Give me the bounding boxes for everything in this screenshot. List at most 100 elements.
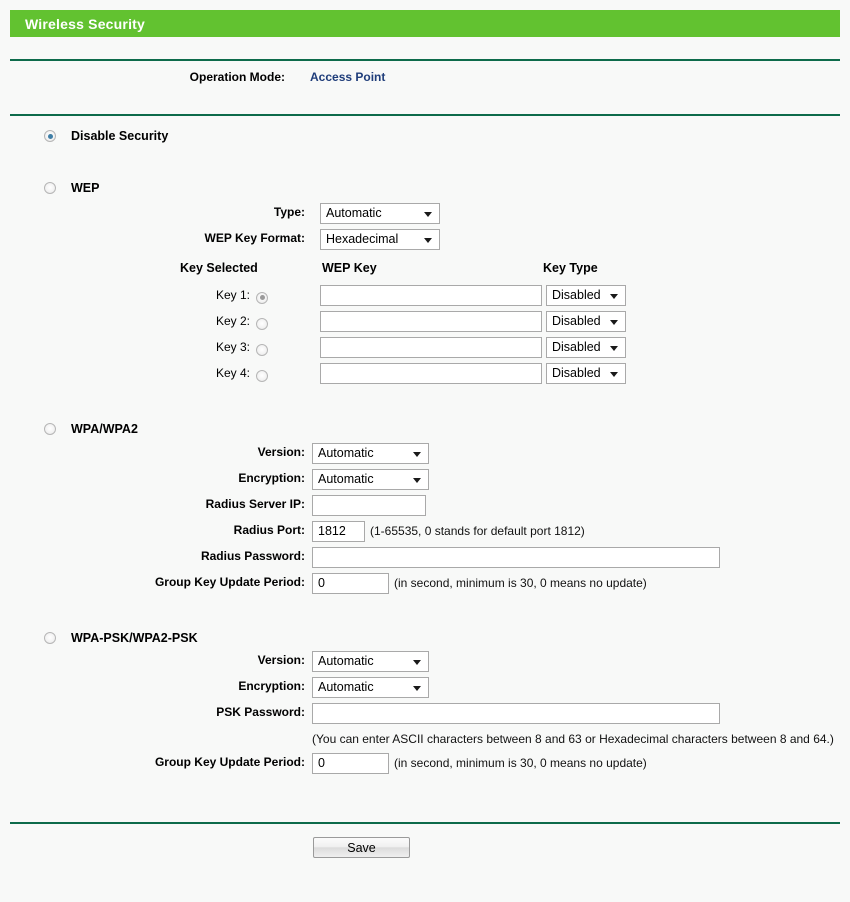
wpapsk-psk-password-input[interactable]	[312, 703, 720, 724]
wep-type-select[interactable]: Automatic	[320, 203, 440, 224]
chevron-down-icon	[424, 211, 432, 217]
section-disable-security-label: Disable Security	[71, 129, 169, 143]
section-wpa-psk[interactable]: WPA-PSK/WPA2-PSK	[44, 631, 198, 645]
wpapsk-psk-hint: (You can enter ASCII characters between …	[312, 732, 834, 746]
save-button[interactable]: Save	[313, 837, 410, 858]
wpa-group-key-row: Group Key Update Period: 0 (in second, m…	[0, 573, 850, 594]
wep-key-row-3: Key 3: Disabled	[0, 337, 850, 358]
radio-wep-key-3[interactable]	[256, 343, 268, 356]
chevron-down-icon	[413, 659, 421, 665]
wep-key-3-input[interactable]	[320, 337, 542, 358]
chevron-down-icon	[424, 237, 432, 243]
wep-key-row-2: Key 2: Disabled	[0, 311, 850, 332]
wep-key-4-type-select[interactable]: Disabled	[546, 363, 626, 384]
wep-type-row: Type: Automatic	[0, 203, 850, 224]
wep-key-2-type-select[interactable]: Disabled	[546, 311, 626, 332]
wep-key-format-select-value: Hexadecimal	[326, 232, 399, 246]
wep-key-3-type-select[interactable]: Disabled	[546, 337, 626, 358]
radio-wep-key-4[interactable]	[256, 369, 268, 382]
wpa-version-select[interactable]: Automatic	[312, 443, 429, 464]
wep-key-format-row: WEP Key Format: Hexadecimal	[0, 229, 850, 250]
wpa-encryption-row: Encryption: Automatic	[0, 469, 850, 490]
wpa-group-key-hint: (in second, minimum is 30, 0 means no up…	[394, 576, 647, 590]
wep-key-row-4: Key 4: Disabled	[0, 363, 850, 384]
wep-type-select-value: Automatic	[326, 206, 382, 220]
wep-key-row-1: Key 1: Disabled	[0, 285, 850, 306]
wpapsk-encryption-value: Automatic	[318, 680, 374, 694]
radio-wep-key-1[interactable]	[256, 291, 268, 304]
section-wpa-label: WPA/WPA2	[71, 422, 138, 436]
wep-key-format-label: WEP Key Format:	[204, 231, 305, 245]
wpa-group-key-input[interactable]: 0	[312, 573, 389, 594]
divider-top	[10, 59, 840, 61]
wpa-radius-port-hint: (1-65535, 0 stands for default port 1812…	[370, 524, 585, 538]
wpa-encryption-label: Encryption:	[238, 471, 305, 485]
wpapsk-encryption-row: Encryption: Automatic	[0, 677, 850, 698]
wep-key-3-label: Key 3:	[215, 340, 250, 354]
wpapsk-group-key-row: Group Key Update Period: 0 (in second, m…	[0, 753, 850, 774]
wpapsk-group-key-input[interactable]: 0	[312, 753, 389, 774]
wpa-radius-port-row: Radius Port: 1812 (1-65535, 0 stands for…	[0, 521, 850, 542]
wpa-version-value: Automatic	[318, 446, 374, 460]
radio-wep[interactable]	[44, 182, 56, 194]
wpa-radius-ip-input[interactable]	[312, 495, 426, 516]
wpapsk-psk-password-row: PSK Password:	[0, 703, 850, 724]
wpa-radius-port-label: Radius Port:	[233, 523, 305, 537]
wep-col-key-type: Key Type	[543, 261, 598, 275]
section-wep[interactable]: WEP	[44, 181, 99, 195]
wep-key-3-type-value: Disabled	[552, 340, 601, 354]
wep-key-4-type-value: Disabled	[552, 366, 601, 380]
wpa-group-key-label: Group Key Update Period:	[154, 575, 305, 589]
divider-under-operation-mode	[10, 114, 840, 116]
operation-mode-value: Access Point	[310, 70, 386, 84]
radio-disable-security[interactable]	[44, 130, 56, 142]
chevron-down-icon	[413, 685, 421, 691]
wpapsk-version-label: Version:	[257, 653, 305, 667]
wep-key-1-type-select[interactable]: Disabled	[546, 285, 626, 306]
wpa-encryption-select[interactable]: Automatic	[312, 469, 429, 490]
wpa-radius-password-row: Radius Password:	[0, 547, 850, 568]
wpa-radius-password-input[interactable]	[312, 547, 720, 568]
wpapsk-encryption-select[interactable]: Automatic	[312, 677, 429, 698]
radio-wpa[interactable]	[44, 423, 56, 435]
section-disable-security[interactable]: Disable Security	[44, 129, 168, 143]
operation-mode-row: Operation Mode: Access Point	[0, 70, 850, 88]
wpa-radius-ip-row: Radius Server IP:	[0, 495, 850, 516]
chevron-down-icon	[413, 477, 421, 483]
wep-col-key-selected: Key Selected	[180, 261, 258, 275]
chevron-down-icon	[610, 293, 618, 299]
chevron-down-icon	[413, 451, 421, 457]
divider-above-save	[10, 822, 840, 824]
wpapsk-version-value: Automatic	[318, 654, 374, 668]
wpa-version-row: Version: Automatic	[0, 443, 850, 464]
wpa-encryption-value: Automatic	[318, 472, 374, 486]
wep-key-2-input[interactable]	[320, 311, 542, 332]
wep-key-1-label: Key 1:	[215, 288, 250, 302]
page-title: Wireless Security	[25, 15, 146, 32]
chevron-down-icon	[610, 319, 618, 325]
wpa-radius-ip-label: Radius Server IP:	[205, 497, 305, 511]
wep-key-2-label: Key 2:	[215, 314, 250, 328]
wep-type-label: Type:	[273, 205, 305, 219]
wpa-version-label: Version:	[257, 445, 305, 459]
wpapsk-group-key-hint: (in second, minimum is 30, 0 means no up…	[394, 756, 647, 770]
wpapsk-encryption-label: Encryption:	[238, 679, 305, 693]
wep-key-4-label: Key 4:	[215, 366, 250, 380]
wep-key-1-type-value: Disabled	[552, 288, 601, 302]
radio-wpa-psk[interactable]	[44, 632, 56, 644]
wpa-radius-port-input[interactable]: 1812	[312, 521, 365, 542]
chevron-down-icon	[610, 371, 618, 377]
page-title-bar: Wireless Security	[10, 10, 840, 37]
wep-key-4-input[interactable]	[320, 363, 542, 384]
radio-wep-key-2[interactable]	[256, 317, 268, 330]
wpapsk-version-select[interactable]: Automatic	[312, 651, 429, 672]
chevron-down-icon	[610, 345, 618, 351]
operation-mode-label: Operation Mode:	[189, 70, 285, 84]
wpapsk-group-key-label: Group Key Update Period:	[154, 755, 305, 769]
wpa-radius-password-label: Radius Password:	[200, 549, 305, 563]
wep-key-2-type-value: Disabled	[552, 314, 601, 328]
wep-key-format-select[interactable]: Hexadecimal	[320, 229, 440, 250]
wep-key-1-input[interactable]	[320, 285, 542, 306]
section-wpa[interactable]: WPA/WPA2	[44, 422, 138, 436]
section-wpa-psk-label: WPA-PSK/WPA2-PSK	[71, 631, 198, 645]
